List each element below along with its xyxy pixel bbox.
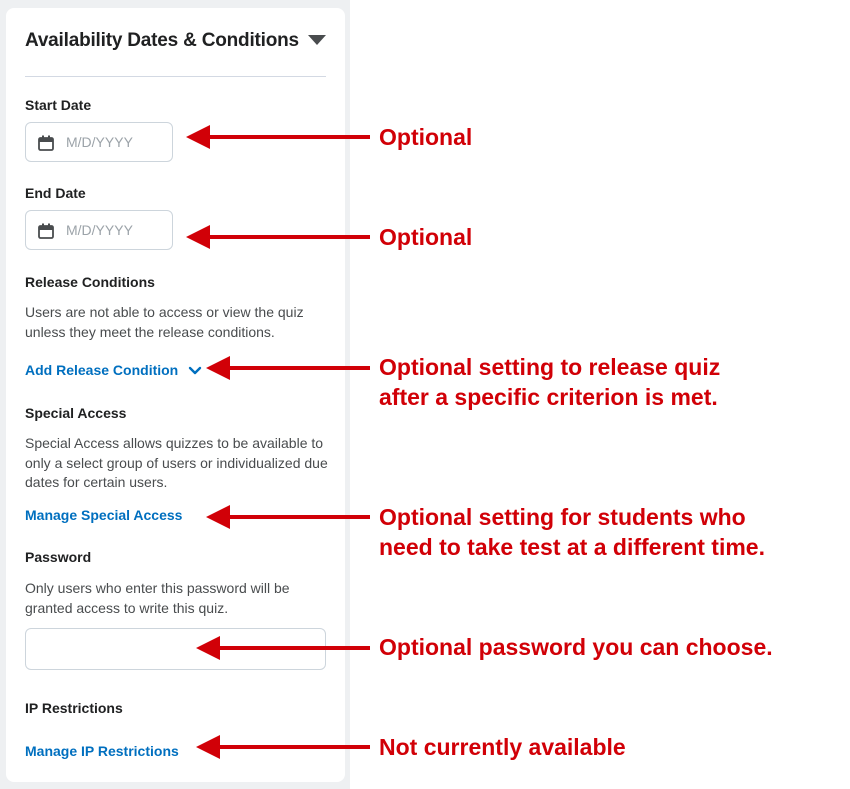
note-release-line2: after a specific criterion is met. xyxy=(379,384,718,410)
arrow-left-icon xyxy=(186,225,370,249)
note-end-date: Optional xyxy=(379,224,473,250)
arrow-left-icon xyxy=(196,636,370,660)
arrow-left-icon xyxy=(206,505,370,529)
note-password: Optional password you can choose. xyxy=(379,634,773,660)
arrow-left-icon xyxy=(186,125,370,149)
note-release-line1: Optional setting to release quiz xyxy=(379,354,721,380)
note-special-line2: need to take test at a different time. xyxy=(379,534,765,560)
note-special-line1: Optional setting for students who xyxy=(379,504,746,530)
arrow-left-icon xyxy=(196,735,370,759)
note-ip: Not currently available xyxy=(379,734,626,760)
arrow-left-icon xyxy=(206,356,370,380)
note-start-date: Optional xyxy=(379,124,473,150)
